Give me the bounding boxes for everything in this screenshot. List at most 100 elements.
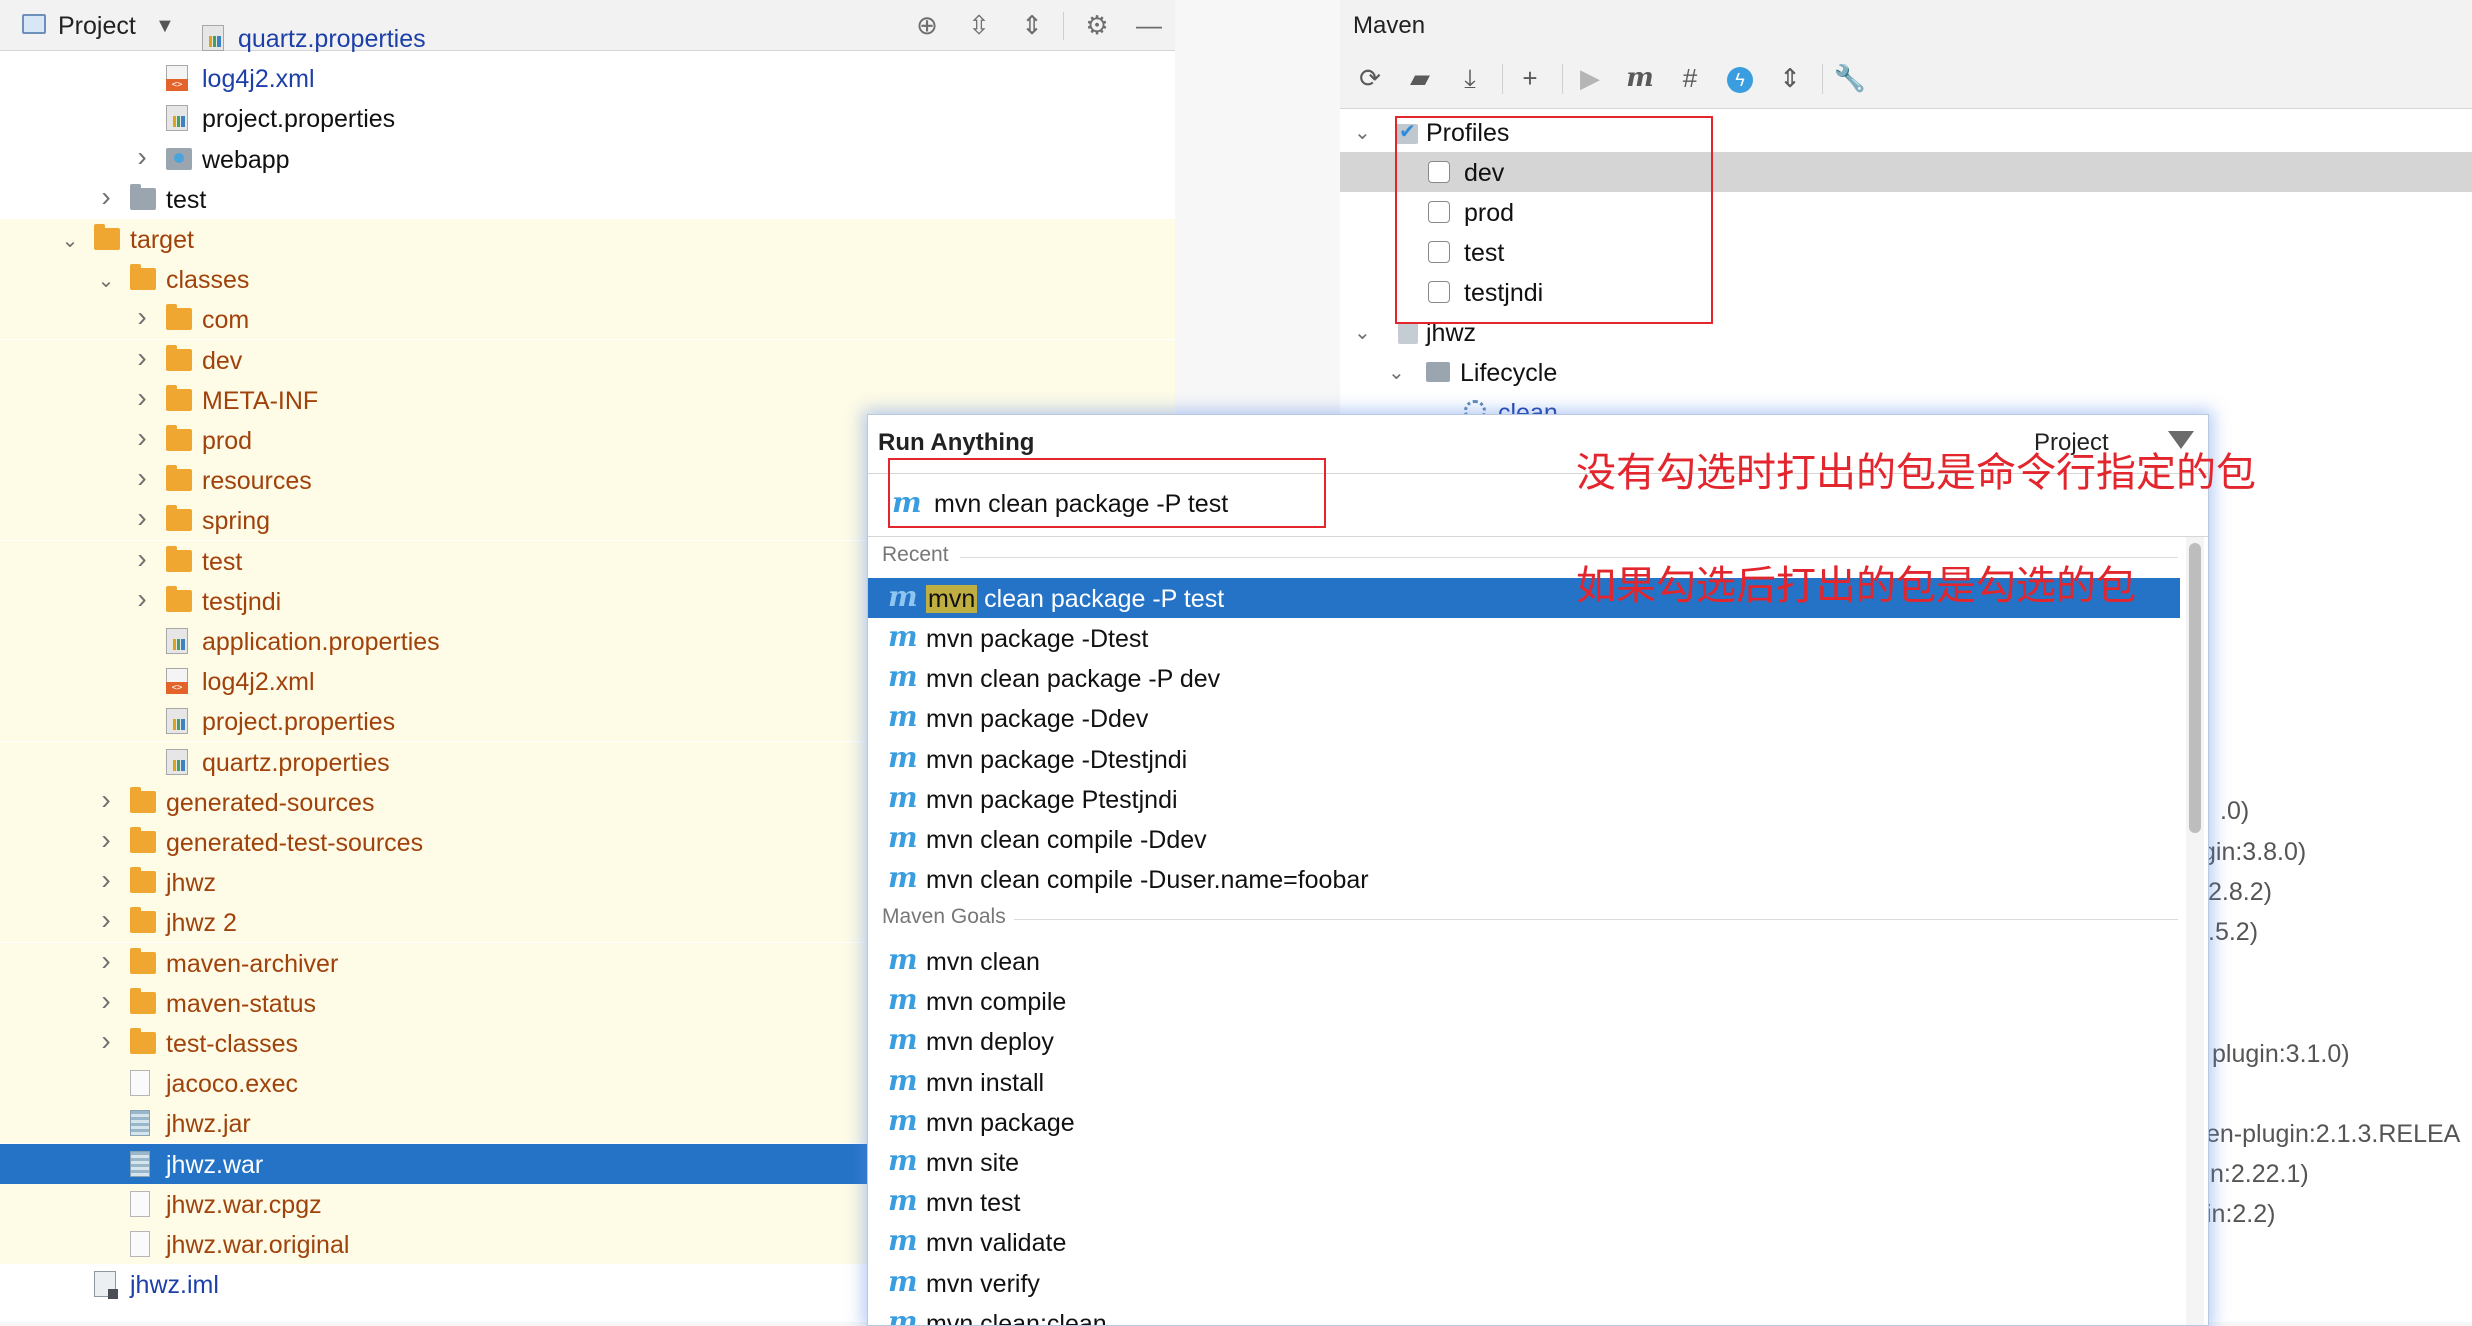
reimport-folder-icon[interactable]: ▰ <box>1402 60 1438 96</box>
wrench-icon[interactable]: 🔧 <box>1832 60 1868 96</box>
maven-icon: m <box>888 1023 918 1057</box>
folder-icon <box>166 545 192 572</box>
tree-item[interactable]: ⌄ classes <box>0 259 1175 300</box>
chevron-right-icon[interactable]: › <box>132 543 152 575</box>
tree-item[interactable]: quartz.properties <box>0 18 1175 58</box>
recent-header: Recent <box>882 543 949 566</box>
recent-item[interactable]: m mvn package -Dtestjndi <box>868 739 2180 779</box>
maven-goal-item[interactable]: m mvn compile <box>868 981 2180 1021</box>
jar-file-icon <box>130 1150 150 1177</box>
chevron-right-icon[interactable]: › <box>96 1025 116 1057</box>
folder-icon <box>166 505 192 532</box>
maven-goal-item[interactable]: m mvn clean <box>868 941 2180 981</box>
clean-goal-node[interactable]: clean <box>1340 392 2472 414</box>
maven-goal-item-label: mvn verify <box>926 1269 1040 1298</box>
chevron-right-icon[interactable]: › <box>96 824 116 856</box>
folder-icon <box>166 465 192 492</box>
add-icon[interactable]: + <box>1512 60 1548 96</box>
maven-goal-icon[interactable]: m <box>1622 60 1658 96</box>
tree-item-label: test <box>166 185 207 214</box>
chevron-down-icon[interactable]: ⌄ <box>1388 360 1405 385</box>
chevron-right-icon[interactable]: › <box>132 462 152 494</box>
chevron-right-icon[interactable]: › <box>132 342 152 374</box>
maven-module-icon <box>1398 322 1418 344</box>
chevron-right-icon[interactable]: › <box>132 301 152 333</box>
tree-item[interactable]: › test <box>0 179 1175 219</box>
chevron-right-icon[interactable]: › <box>96 904 116 936</box>
recent-item[interactable]: m mvn clean compile -Ddev <box>868 819 2180 859</box>
tree-item[interactable]: project.properties <box>0 98 1175 138</box>
tree-item[interactable]: › com <box>0 299 1175 340</box>
chevron-right-icon[interactable]: › <box>132 141 152 173</box>
recent-item-label: mvn package -Dtest <box>926 625 1149 653</box>
maven-node-partial-label: n:2.22.1) <box>2210 1160 2309 1188</box>
run-icon[interactable]: ▶ <box>1572 60 1608 96</box>
folder-icon <box>130 786 156 813</box>
chevron-right-icon[interactable]: › <box>132 382 152 414</box>
recent-item[interactable]: m mvn clean package -P dev <box>868 658 2180 698</box>
maven-goal-item[interactable]: m mvn install <box>868 1062 2180 1102</box>
maven-node-partial-label: .5.2) <box>2208 918 2259 946</box>
xml-file-icon <box>166 668 188 695</box>
properties-file-icon <box>166 748 188 775</box>
tree-item[interactable]: ⌄ target <box>0 219 1175 259</box>
maven-goal-item[interactable]: m mvn site <box>868 1142 2180 1182</box>
chevron-right-icon[interactable]: › <box>96 985 116 1017</box>
chevron-right-icon[interactable]: › <box>96 181 116 213</box>
annotation-checked: 如果勾选后打出的包是勾选的包 <box>1576 563 2136 609</box>
reload-icon[interactable]: ⟳ <box>1352 60 1388 96</box>
maven-icon: m <box>888 620 918 653</box>
chevron-right-icon[interactable]: › <box>96 784 116 816</box>
recent-item[interactable]: m mvn package Ptestjndi <box>868 779 2180 819</box>
tree-item-label: quartz.properties <box>238 25 426 53</box>
folder-icon <box>130 264 156 291</box>
maven-icon: m <box>888 983 918 1017</box>
toolbar-separator <box>1822 64 1823 94</box>
chevron-down-icon[interactable]: ⌄ <box>60 228 80 253</box>
tree-item-label: jhwz 2 <box>166 909 237 938</box>
scrollbar-thumb[interactable] <box>2189 543 2201 833</box>
tree-item[interactable]: › webapp <box>0 139 1175 179</box>
collapse-icon[interactable]: ⇕ <box>1772 60 1808 96</box>
tree-item-label: testjndi <box>202 587 282 616</box>
tree-item[interactable]: log4j2.xml <box>0 58 1175 98</box>
maven-icon: m <box>888 943 918 976</box>
maven-goal-item[interactable]: m mvn test <box>868 1182 2180 1222</box>
chevron-right-icon[interactable]: › <box>132 422 152 454</box>
maven-goal-item[interactable]: m mvn verify <box>868 1263 2180 1303</box>
chevron-right-icon[interactable]: › <box>96 864 116 896</box>
tree-item-label: log4j2.xml <box>202 668 315 697</box>
maven-goal-item[interactable]: m mvn clean:clean <box>868 1303 2180 1326</box>
maven-icon: m <box>888 740 918 774</box>
chevron-down-icon[interactable]: ⌄ <box>1354 320 1371 345</box>
recent-item[interactable]: m mvn package -Dtest <box>868 618 2180 658</box>
tree-item-label: jhwz.war <box>166 1150 264 1179</box>
skip-tests-icon[interactable]: # <box>1672 60 1708 96</box>
download-icon[interactable]: ⤓ <box>1452 60 1488 96</box>
maven-toolbar: ⟳ ▰ ⤓ + ▶ m # ϟ ⇕ 🔧 <box>1340 50 2472 109</box>
folder-icon <box>130 867 156 894</box>
lifecycle-node[interactable]: ⌄ Lifecycle <box>1340 352 2472 392</box>
lifecycle-label: Lifecycle <box>1460 359 1558 387</box>
maven-goal-item[interactable]: m mvn package <box>868 1102 2180 1142</box>
chevron-right-icon[interactable]: › <box>96 945 116 977</box>
maven-goal-item-label: mvn install <box>926 1068 1045 1097</box>
maven-goal-item[interactable]: m mvn validate <box>868 1222 2180 1262</box>
recent-item[interactable]: m mvn clean compile -Duser.name=foobar <box>868 859 2180 899</box>
chevron-down-icon[interactable]: ⌄ <box>1354 120 1371 145</box>
chevron-down-icon[interactable]: ⌄ <box>96 268 116 293</box>
maven-icon: m <box>888 1103 918 1137</box>
offline-mode-icon[interactable]: ϟ <box>1722 60 1758 96</box>
folder-icon <box>130 947 156 974</box>
maven-goal-item[interactable]: m mvn deploy <box>868 1021 2180 1061</box>
maven-goal-item-label: mvn validate <box>926 1229 1067 1258</box>
clean-goal-label: clean <box>1498 399 1558 414</box>
tree-item-label: maven-status <box>166 989 317 1018</box>
maven-goal-item-label: mvn clean:clean <box>926 1309 1107 1326</box>
recent-item[interactable]: m mvn package -Ddev <box>868 698 2180 738</box>
tree-item[interactable]: › dev <box>0 339 1175 380</box>
chevron-right-icon[interactable]: › <box>132 502 152 534</box>
chevron-right-icon[interactable]: › <box>132 583 152 615</box>
annotation-unchecked: 没有勾选时打出的包是命令行指定的包 <box>1576 450 2256 496</box>
maven-icon: m <box>888 780 918 814</box>
